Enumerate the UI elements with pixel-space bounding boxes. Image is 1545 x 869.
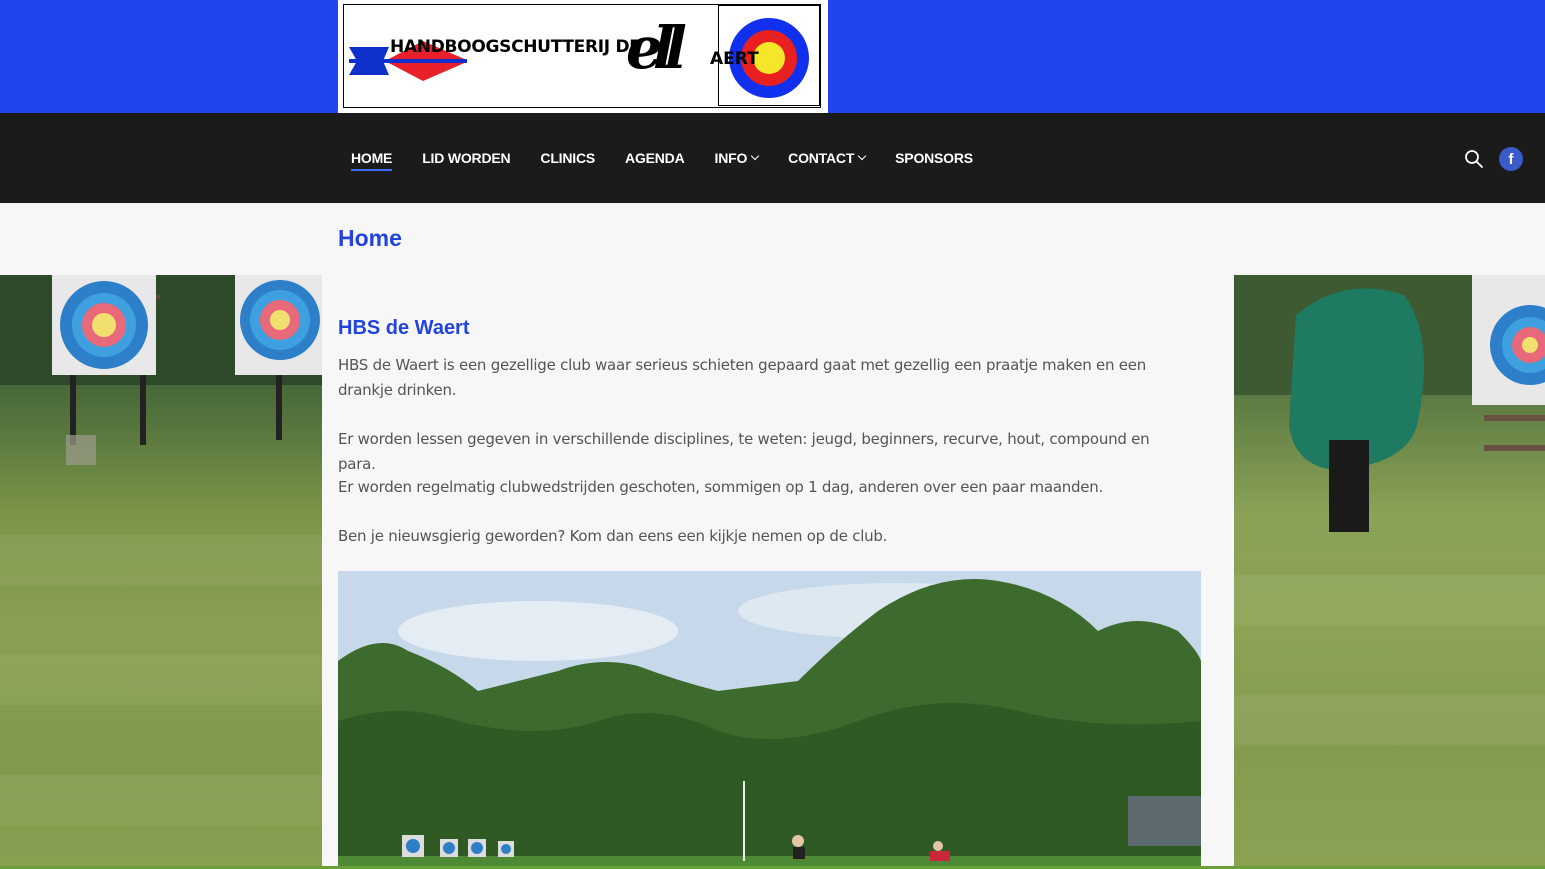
nav-item-info[interactable]: INFO	[714, 113, 760, 203]
paragraph-intro: HBS de Waert is een gezellige club waar …	[338, 356, 1146, 399]
page-title: Home	[338, 225, 402, 251]
nav-item-agenda[interactable]: AGENDA	[625, 113, 685, 203]
page-title-strip: Home	[0, 203, 1545, 275]
nav-item-sponsors[interactable]: SPONSORS	[895, 113, 973, 203]
nav-label: INFO	[714, 150, 748, 166]
logo-script: ell	[626, 14, 687, 82]
nav-label: CLINICS	[540, 150, 596, 166]
paragraph-invite: Ben je nieuwsgierig geworden? Kom dan ee…	[338, 527, 888, 545]
nav-item-clinics[interactable]: CLINICS	[540, 113, 595, 203]
nav-label: CONTACT	[788, 150, 855, 166]
logo-suffix: AERT	[710, 49, 759, 69]
chevron-down-icon	[750, 151, 760, 161]
covered-target-illustration	[1234, 275, 1545, 745]
search-icon[interactable]	[1464, 149, 1484, 169]
logo-text: HANDBOOGSCHUTTERIJ DE	[390, 37, 641, 57]
main-content: HBS de Waert HBS de Waert is een gezelli…	[322, 275, 1234, 869]
main-navbar: HOME LID WORDEN CLINICS AGENDA INFO CONT…	[0, 113, 1545, 203]
facebook-icon[interactable]: f	[1499, 147, 1523, 171]
nav-item-home[interactable]: HOME	[351, 113, 393, 203]
paragraph-competitions: Er worden regelmatig clubwedstrijden ges…	[338, 478, 1104, 496]
site-logo[interactable]: HANDBOOGSCHUTTERIJ DE ell AERT	[338, 0, 828, 113]
section-heading: HBS de Waert	[338, 317, 470, 339]
nav-label: HOME	[351, 150, 393, 166]
paragraph-disciplines: Er worden lessen gegeven in verschillend…	[338, 430, 1150, 473]
club-photo	[338, 571, 1201, 869]
chevron-down-icon	[857, 151, 867, 161]
background-image-right	[1234, 275, 1545, 869]
nav-item-lid-worden[interactable]: LID WORDEN	[422, 113, 510, 203]
archery-targets-illustration	[0, 275, 322, 825]
background-image-left	[0, 275, 322, 869]
nav-label: LID WORDEN	[422, 150, 511, 166]
nav-label: AGENDA	[625, 150, 685, 166]
main-nav: HOME LID WORDEN CLINICS AGENDA INFO CONT…	[351, 113, 1003, 203]
logo-frame: HANDBOOGSCHUTTERIJ DE ell AERT	[343, 4, 821, 108]
club-field-illustration	[338, 571, 1201, 869]
nav-item-contact[interactable]: CONTACT	[788, 113, 867, 203]
nav-label: SPONSORS	[895, 150, 973, 166]
